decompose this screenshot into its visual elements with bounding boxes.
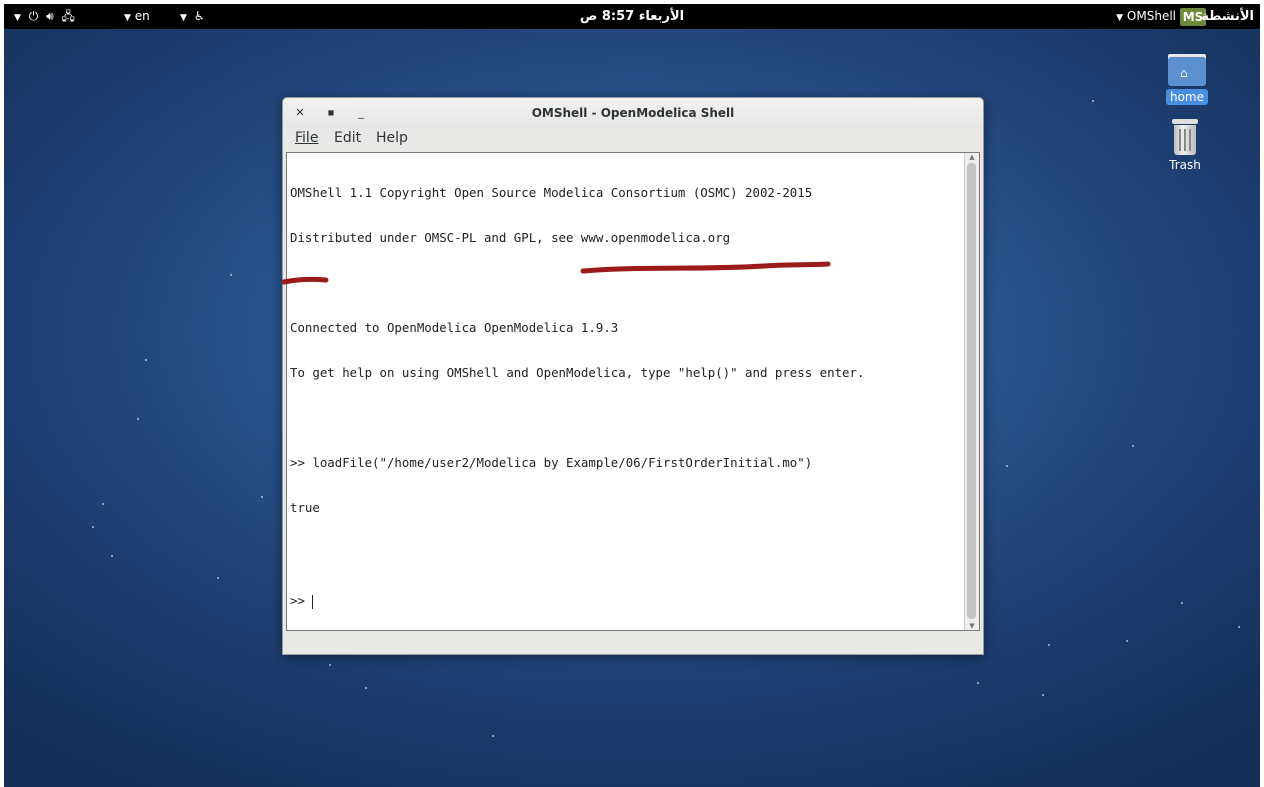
underline-annotation <box>281 276 329 285</box>
desktop: ▼ ⏻ 🔊︎ 🖧 ▼ en ▼ ♿︎ الأربعاء 8:57 ص ▼ OMS… <box>4 4 1260 787</box>
underline-annotation <box>580 261 831 274</box>
annotation-overlay <box>281 261 831 285</box>
